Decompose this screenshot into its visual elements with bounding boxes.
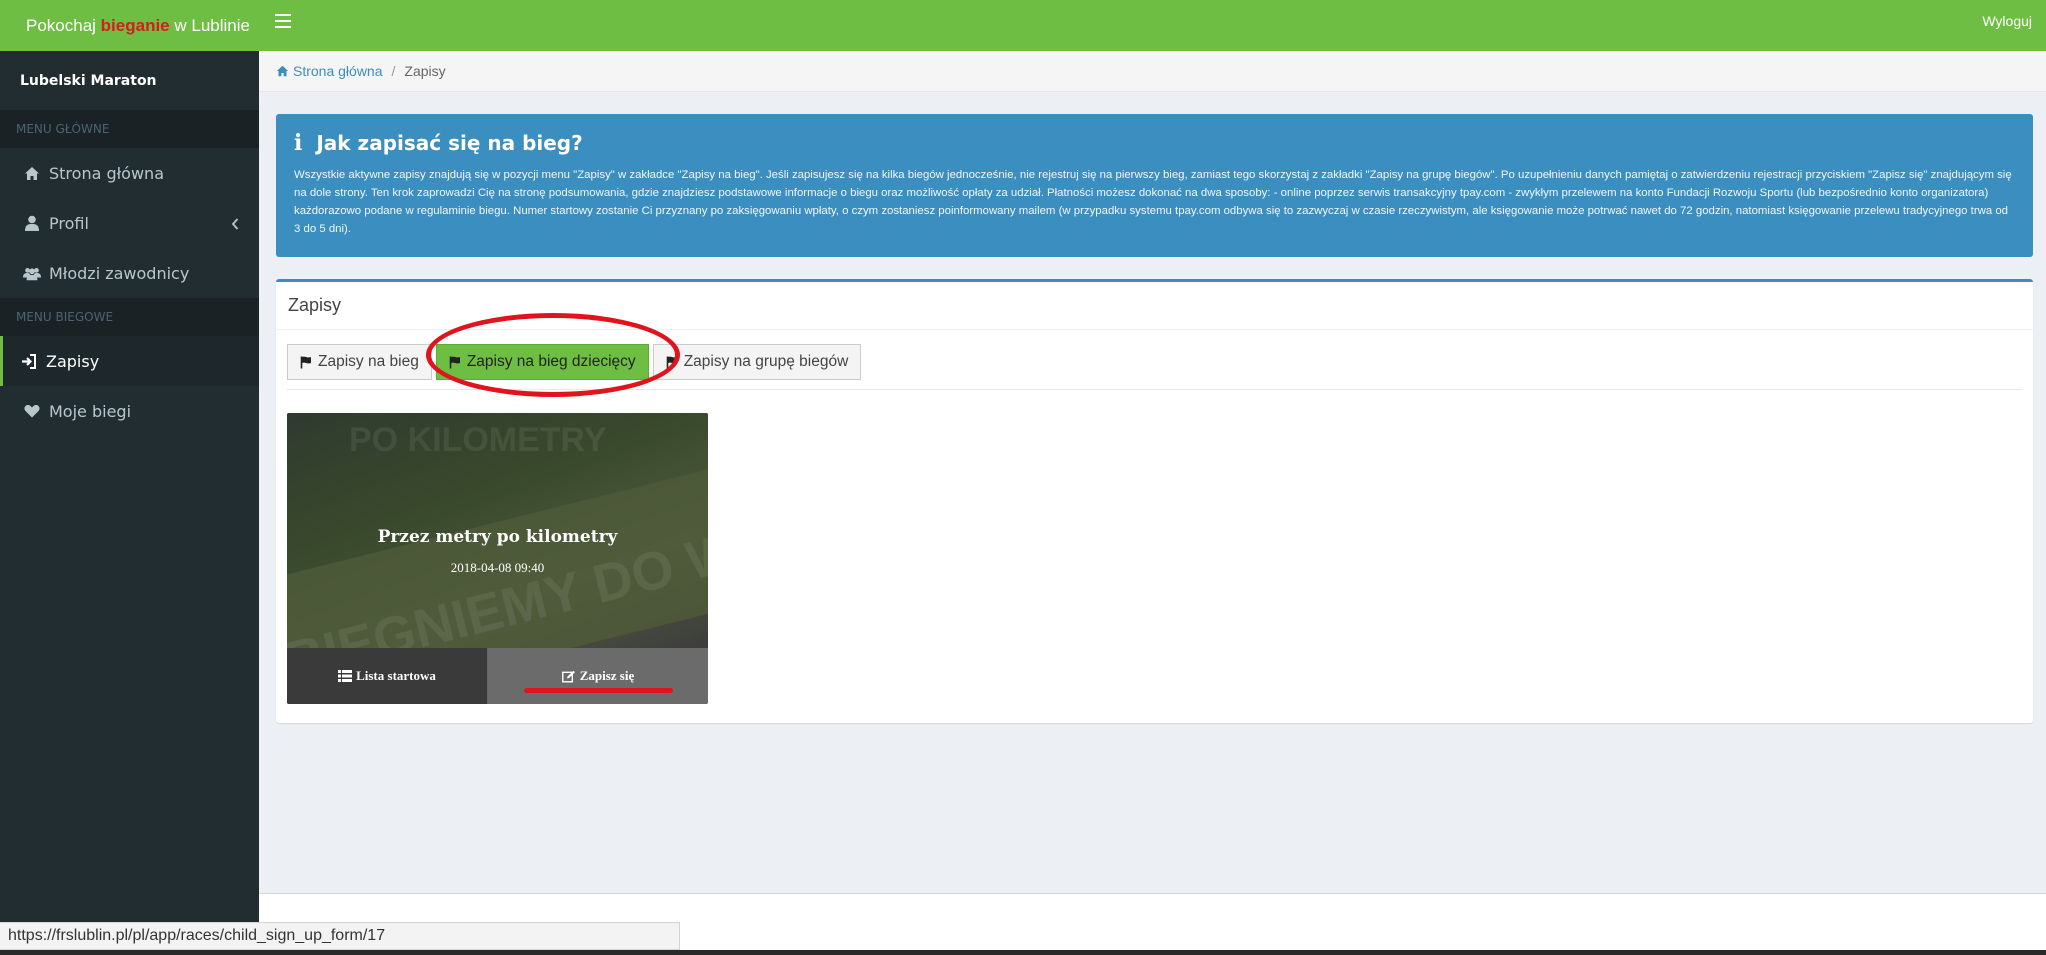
- top-navbar: Pokochaj bieganie w Lublinie Wyloguj: [0, 0, 2046, 51]
- sidebar-item-label: Strona główna: [49, 163, 164, 183]
- home-icon: [276, 65, 289, 77]
- edit-icon: [561, 670, 576, 683]
- user-icon: [23, 214, 41, 232]
- menu-header-running: MENU BIEGOWE: [0, 298, 259, 336]
- sidebar-toggle-icon[interactable]: [274, 12, 292, 30]
- app-logo[interactable]: Pokochaj bieganie w Lublinie: [0, 0, 259, 51]
- sidebar-item-home[interactable]: Strona główna: [0, 148, 259, 198]
- sign-up-button[interactable]: Zapisz się: [488, 648, 708, 704]
- breadcrumb: Strona główna / Zapisy: [259, 51, 2046, 92]
- flag-icon: [449, 356, 461, 369]
- tab-label: Zapisy na bieg dziecięcy: [466, 353, 636, 370]
- flag-icon: [300, 356, 312, 369]
- sign-in-icon: [20, 352, 38, 370]
- chevron-left-icon: [231, 215, 239, 234]
- callout-text: Wszystkie aktywne zapisy znajdują się w …: [294, 169, 2012, 235]
- browser-status-url: https://frslublin.pl/pl/app/races/child_…: [0, 922, 680, 950]
- taskbar-edge: [0, 950, 2046, 955]
- race-date: 2018-04-08 09:40: [450, 560, 545, 575]
- tab-group-signup[interactable]: Zapisy na grupę biegów: [652, 344, 862, 380]
- sidebar: Lubelski Maraton MENU GŁÓWNE Strona głów…: [0, 51, 259, 955]
- race-card: PO KILOMETRY BIEGNIEMY DO WIOSNY! Przez …: [287, 413, 708, 704]
- callout-title: Jak zapisać się na bieg?: [316, 131, 583, 155]
- breadcrumb-separator: /: [391, 63, 396, 79]
- sign-up-label: Zapisz się: [579, 668, 635, 683]
- signups-box: Zapisy Zapisy na bieg Zapisy na bieg dzi…: [276, 279, 2033, 723]
- callout-heading: i Jak zapisać się na bieg?: [294, 130, 2015, 156]
- logo-text-highlight: bieganie: [100, 15, 170, 35]
- user-panel-name: Lubelski Maraton: [20, 72, 157, 89]
- logo-text-post: w Lublinie: [174, 15, 250, 35]
- signup-tabs: Zapisy na bieg Zapisy na bieg dziecięcy …: [287, 344, 862, 380]
- tab-label: Zapisy na bieg: [318, 353, 419, 370]
- main-content: Strona główna / Zapisy i Jak zapisać się…: [259, 51, 2046, 955]
- logout-link[interactable]: Wyloguj: [1982, 0, 2032, 42]
- menu-header-main: MENU GŁÓWNE: [0, 110, 259, 148]
- sidebar-item-young-athletes[interactable]: Młodzi zawodnicy: [0, 248, 259, 298]
- start-list-label: Lista startowa: [356, 668, 436, 683]
- users-icon: [23, 264, 41, 282]
- sidebar-item-profile[interactable]: Profil: [0, 198, 259, 248]
- race-title: Przez metry po kilometry: [377, 527, 618, 547]
- tab-child-race-signup[interactable]: Zapisy na bieg dziecięcy: [435, 344, 649, 380]
- heart-icon: [23, 402, 41, 420]
- logo-text-pre: Pokochaj: [26, 15, 96, 35]
- race-card-actions: Lista startowa Zapisz się: [287, 648, 708, 704]
- breadcrumb-home-link[interactable]: Strona główna: [276, 63, 383, 79]
- sidebar-item-label: Zapisy: [46, 351, 100, 371]
- home-icon: [23, 164, 41, 182]
- list-icon: [338, 670, 353, 682]
- sidebar-item-label: Profil: [49, 213, 89, 233]
- breadcrumb-current: Zapisy: [404, 63, 446, 79]
- sidebar-item-label: Moje biegi: [49, 401, 132, 421]
- tabs-divider: [287, 389, 2022, 390]
- sidebar-item-signups[interactable]: Zapisy: [0, 336, 259, 386]
- tab-label: Zapisy na grupę biegów: [683, 353, 849, 370]
- sidebar-item-my-races[interactable]: Moje biegi: [0, 386, 259, 436]
- flag-icon: [666, 356, 678, 369]
- sidebar-item-label: Młodzi zawodnicy: [49, 263, 190, 283]
- tab-race-signup[interactable]: Zapisy na bieg: [287, 344, 432, 380]
- start-list-button[interactable]: Lista startowa: [287, 648, 488, 704]
- annotation-underline: [524, 688, 673, 693]
- breadcrumb-home-label: Strona główna: [293, 63, 383, 79]
- box-title: Zapisy: [276, 282, 2033, 330]
- info-callout: i Jak zapisać się na bieg? Wszystkie akt…: [276, 114, 2033, 257]
- info-icon: i: [294, 130, 303, 156]
